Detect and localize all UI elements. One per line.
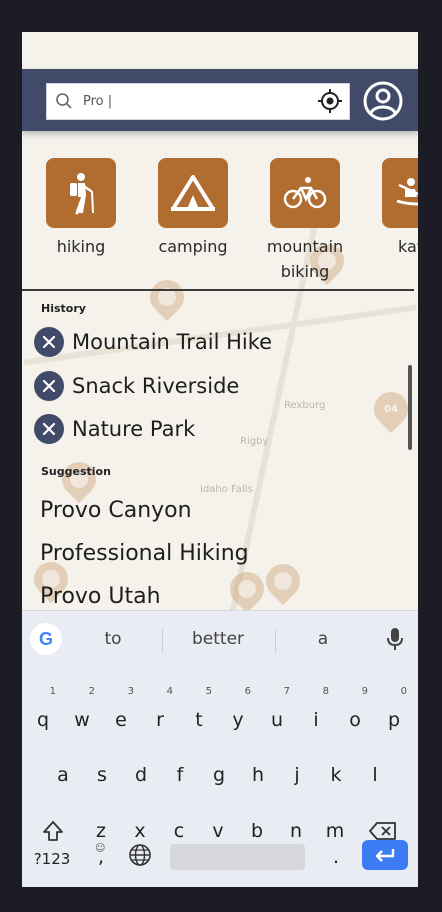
history-title: History	[41, 302, 86, 315]
search-icon	[56, 93, 72, 109]
enter-key[interactable]	[362, 840, 408, 870]
key-y[interactable]: y6	[221, 687, 255, 741]
key-r[interactable]: r4	[143, 687, 177, 741]
suggestion-item[interactable]: Professional Hiking	[40, 541, 249, 566]
close-icon	[42, 335, 56, 349]
suggestion-separator	[275, 629, 276, 653]
keyboard-suggestion-bar: G to better a	[22, 611, 418, 669]
key-h[interactable]: h	[241, 754, 275, 796]
category-kayaking[interactable]: kaya	[367, 158, 418, 259]
remove-history-button[interactable]	[34, 327, 64, 357]
category-tile[interactable]	[270, 158, 340, 228]
search-bar[interactable]	[46, 83, 350, 120]
category-label: camping	[158, 237, 228, 256]
suggestion-item[interactable]: Provo Utah	[40, 584, 161, 609]
tent-icon	[171, 175, 215, 211]
key-s[interactable]: s	[85, 754, 119, 796]
period-key[interactable]: .	[319, 836, 353, 878]
profile-icon[interactable]	[362, 80, 404, 122]
remove-history-button[interactable]	[34, 414, 64, 444]
bicycle-icon	[283, 177, 327, 209]
key-u[interactable]: u7	[260, 687, 294, 741]
emoji-hint-icon: ☺	[95, 843, 106, 854]
suggestion-separator	[162, 629, 163, 653]
on-screen-keyboard: G to better a q1 w2 e3 r4 t5 y6 u7 i8 o9…	[22, 610, 418, 887]
key-w[interactable]: w2	[65, 687, 99, 741]
key-q[interactable]: q1	[26, 687, 60, 741]
key-a[interactable]: a	[46, 754, 80, 796]
history-item[interactable]: Snack Riverside	[34, 370, 239, 402]
key-t[interactable]: t5	[182, 687, 216, 741]
suggestion-item[interactable]: Provo Canyon	[40, 498, 192, 523]
category-tile[interactable]	[46, 158, 116, 228]
hiker-icon	[70, 173, 94, 215]
category-label: hiking	[56, 237, 106, 256]
category-row: hiking camping mountain biking ka	[22, 158, 418, 290]
category-label: mountain biking	[266, 237, 344, 281]
search-input[interactable]	[81, 88, 305, 114]
key-o[interactable]: o9	[338, 687, 372, 741]
remove-history-button[interactable]	[34, 371, 64, 401]
close-icon	[42, 379, 56, 393]
close-icon	[42, 422, 56, 436]
enter-icon	[375, 849, 395, 862]
microphone-icon[interactable]	[386, 627, 404, 651]
locate-icon[interactable]	[317, 88, 343, 114]
key-l[interactable]: l	[358, 754, 392, 796]
category-mountain-biking[interactable]: mountain biking	[255, 158, 355, 284]
key-j[interactable]: j	[280, 754, 314, 796]
keyboard-suggestion[interactable]: better	[182, 629, 254, 649]
scrollbar[interactable]	[408, 365, 412, 450]
category-camping[interactable]: camping	[143, 158, 243, 259]
comma-key[interactable]: ☺ ,	[84, 836, 118, 878]
category-tile[interactable]	[382, 158, 418, 228]
category-hiking[interactable]: hiking	[31, 158, 131, 259]
space-bar[interactable]	[170, 844, 305, 870]
category-label: kaya	[397, 237, 418, 256]
history-item-label[interactable]: Nature Park	[72, 417, 195, 441]
keyboard-suggestion[interactable]: to	[80, 629, 146, 649]
backspace-icon	[369, 822, 396, 840]
kayak-icon	[396, 178, 418, 206]
history-item[interactable]: Nature Park	[34, 413, 195, 445]
key-g[interactable]: g	[202, 754, 236, 796]
symbols-key[interactable]: ?123	[30, 838, 74, 880]
history-item-label[interactable]: Mountain Trail Hike	[72, 330, 272, 354]
search-results-panel: History Mountain Trail Hike Snack Rivers…	[22, 291, 418, 611]
language-key[interactable]	[123, 835, 157, 877]
keyboard-suggestion[interactable]: a	[292, 629, 354, 649]
google-icon[interactable]: G	[30, 623, 62, 655]
history-item[interactable]: Mountain Trail Hike	[34, 326, 272, 358]
phone-screen: 04 Rexburg Rigby Idaho Falls Pro | hikin…	[22, 32, 418, 887]
key-e[interactable]: e3	[104, 687, 138, 741]
key-k[interactable]: k	[319, 754, 353, 796]
top-bar	[22, 69, 418, 131]
category-tile[interactable]	[158, 158, 228, 228]
key-i[interactable]: i8	[299, 687, 333, 741]
key-d[interactable]: d	[124, 754, 158, 796]
key-p[interactable]: p0	[377, 687, 411, 741]
suggestion-title: Suggestion	[41, 465, 111, 478]
key-f[interactable]: f	[163, 754, 197, 796]
history-item-label[interactable]: Snack Riverside	[72, 374, 239, 398]
globe-icon	[129, 844, 151, 866]
